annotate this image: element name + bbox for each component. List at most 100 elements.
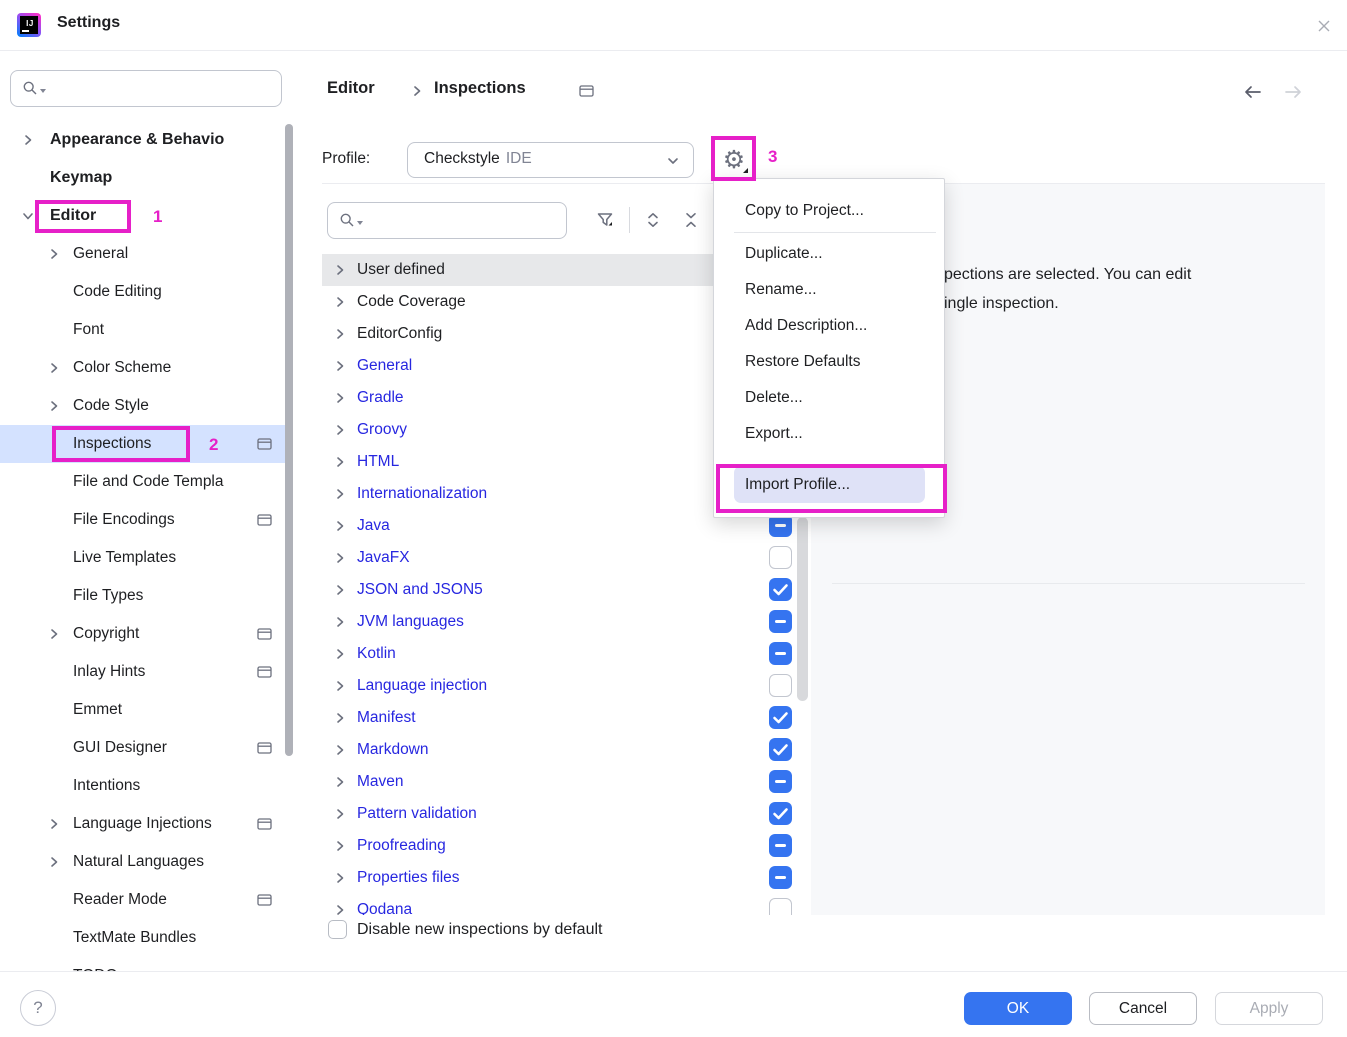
- chevron-right-icon[interactable]: [332, 358, 348, 374]
- tree-group-language-injection[interactable]: Language injection: [322, 670, 811, 702]
- menu-item-add-description[interactable]: Add Description...: [714, 308, 944, 344]
- inspection-group-checkbox[interactable]: [769, 770, 792, 793]
- inspection-group-checkbox[interactable]: [769, 866, 792, 889]
- inspections-search-input[interactable]: [327, 202, 567, 239]
- chevron-right-icon[interactable]: [332, 486, 348, 502]
- chevron-right-icon[interactable]: [20, 132, 36, 148]
- filter-icon[interactable]: [592, 207, 618, 233]
- inspection-group-checkbox[interactable]: [769, 546, 792, 569]
- menu-item-export[interactable]: Export...: [714, 416, 944, 452]
- chevron-right-icon[interactable]: [46, 854, 62, 870]
- chevron-right-icon[interactable]: [332, 774, 348, 790]
- sidebar-item-code-editing[interactable]: Code Editing: [0, 273, 296, 311]
- chevron-right-icon[interactable]: [332, 294, 348, 310]
- tree-group-jvm-languages[interactable]: JVM languages: [322, 606, 811, 638]
- breadcrumb-editor[interactable]: Editor: [327, 79, 375, 98]
- sidebar-item-file-types[interactable]: File Types: [0, 577, 296, 615]
- sidebar-item-live-templates[interactable]: Live Templates: [0, 539, 296, 577]
- chevron-right-icon[interactable]: [332, 646, 348, 662]
- chevron-right-icon[interactable]: [46, 360, 62, 376]
- chevron-right-icon[interactable]: [46, 246, 62, 262]
- chevron-right-icon[interactable]: [332, 262, 348, 278]
- sidebar-item-copyright[interactable]: Copyright: [0, 615, 296, 653]
- tree-group-qodana[interactable]: Qodana: [322, 894, 811, 915]
- sidebar-item-emmet[interactable]: Emmet: [0, 691, 296, 729]
- inspection-group-checkbox[interactable]: [769, 706, 792, 729]
- chevron-right-icon[interactable]: [332, 710, 348, 726]
- settings-search-input[interactable]: [10, 70, 282, 107]
- tree-group-javafx[interactable]: JavaFX: [322, 542, 811, 574]
- sidebar-item-general[interactable]: General: [0, 235, 296, 273]
- chevron-right-icon[interactable]: [332, 838, 348, 854]
- tree-group-manifest[interactable]: Manifest: [322, 702, 811, 734]
- sidebar-item-textmate-bundles[interactable]: TextMate Bundles: [0, 919, 296, 957]
- sidebar-item-color-scheme[interactable]: Color Scheme: [0, 349, 296, 387]
- chevron-right-icon[interactable]: [46, 398, 62, 414]
- close-icon[interactable]: [1311, 13, 1337, 39]
- inspection-group-checkbox[interactable]: [769, 674, 792, 697]
- tree-group-proofreading[interactable]: Proofreading: [322, 830, 811, 862]
- menu-item-duplicate[interactable]: Duplicate...: [714, 236, 944, 272]
- sidebar-item-intentions[interactable]: Intentions: [0, 767, 296, 805]
- tree-group-pattern-validation[interactable]: Pattern validation: [322, 798, 811, 830]
- disable-new-inspections-checkbox[interactable]: [328, 920, 347, 939]
- inspection-group-checkbox[interactable]: [769, 898, 792, 915]
- sidebar-item-inspections[interactable]: Inspections: [0, 425, 296, 463]
- back-arrow-icon[interactable]: [1241, 80, 1265, 104]
- collapse-all-icon[interactable]: [678, 207, 704, 233]
- inspection-group-checkbox[interactable]: [769, 834, 792, 857]
- inspection-group-checkbox[interactable]: [769, 642, 792, 665]
- cancel-button[interactable]: Cancel: [1089, 992, 1197, 1025]
- chevron-right-icon[interactable]: [46, 626, 62, 642]
- sidebar-item-editor[interactable]: Editor: [0, 197, 296, 235]
- sidebar-item-file-encodings[interactable]: File Encodings: [0, 501, 296, 539]
- chevron-right-icon[interactable]: [332, 902, 348, 915]
- sidebar-item-appearance-behavio[interactable]: Appearance & Behavio: [0, 121, 296, 159]
- tree-group-kotlin[interactable]: Kotlin: [322, 638, 811, 670]
- sidebar-item-code-style[interactable]: Code Style: [0, 387, 296, 425]
- help-button[interactable]: ?: [20, 990, 56, 1026]
- profile-actions-gear-icon[interactable]: ⚙: [716, 142, 752, 178]
- inspection-group-checkbox[interactable]: [769, 578, 792, 601]
- chevron-right-icon[interactable]: [332, 582, 348, 598]
- menu-item-restore-defaults[interactable]: Restore Defaults: [714, 344, 944, 380]
- profile-select[interactable]: CheckstyleIDE: [407, 142, 694, 178]
- ok-button[interactable]: OK: [964, 992, 1072, 1025]
- chevron-down-icon[interactable]: [20, 208, 36, 224]
- tree-group-json-and-json5[interactable]: JSON and JSON5: [322, 574, 811, 606]
- chevron-right-icon[interactable]: [332, 550, 348, 566]
- forward-arrow-icon[interactable]: [1281, 80, 1305, 104]
- menu-item-rename[interactable]: Rename...: [714, 272, 944, 308]
- chevron-right-icon[interactable]: [332, 870, 348, 886]
- chevron-right-icon[interactable]: [332, 806, 348, 822]
- chevron-right-icon[interactable]: [332, 678, 348, 694]
- sidebar-item-reader-mode[interactable]: Reader Mode: [0, 881, 296, 919]
- menu-item-delete[interactable]: Delete...: [714, 380, 944, 416]
- chevron-right-icon[interactable]: [46, 816, 62, 832]
- tree-group-properties-files[interactable]: Properties files: [322, 862, 811, 894]
- inspection-group-checkbox[interactable]: [769, 802, 792, 825]
- inspection-group-checkbox[interactable]: [769, 610, 792, 633]
- menu-item-import-profile[interactable]: Import Profile...: [734, 466, 925, 503]
- chevron-right-icon[interactable]: [332, 422, 348, 438]
- sidebar-item-todo[interactable]: TODO: [0, 957, 296, 971]
- chevron-right-icon[interactable]: [332, 742, 348, 758]
- sidebar-item-natural-languages[interactable]: Natural Languages: [0, 843, 296, 881]
- chevron-right-icon[interactable]: [332, 390, 348, 406]
- chevron-right-icon[interactable]: [332, 614, 348, 630]
- sidebar-item-file-and-code-templa[interactable]: File and Code Templa: [0, 463, 296, 501]
- sidebar-item-gui-designer[interactable]: GUI Designer: [0, 729, 296, 767]
- tree-group-markdown[interactable]: Markdown: [322, 734, 811, 766]
- sidebar-item-language-injections[interactable]: Language Injections: [0, 805, 296, 843]
- sidebar-item-inlay-hints[interactable]: Inlay Hints: [0, 653, 296, 691]
- chevron-right-icon[interactable]: [332, 454, 348, 470]
- menu-item-copy-to-project[interactable]: Copy to Project...: [714, 193, 944, 229]
- tree-scrollbar[interactable]: [797, 517, 808, 701]
- sidebar-scrollbar[interactable]: [285, 124, 293, 756]
- sidebar-item-font[interactable]: Font: [0, 311, 296, 349]
- sidebar-item-keymap[interactable]: Keymap: [0, 159, 296, 197]
- chevron-right-icon[interactable]: [332, 326, 348, 342]
- expand-all-icon[interactable]: [640, 207, 666, 233]
- inspection-group-checkbox[interactable]: [769, 738, 792, 761]
- tree-group-maven[interactable]: Maven: [322, 766, 811, 798]
